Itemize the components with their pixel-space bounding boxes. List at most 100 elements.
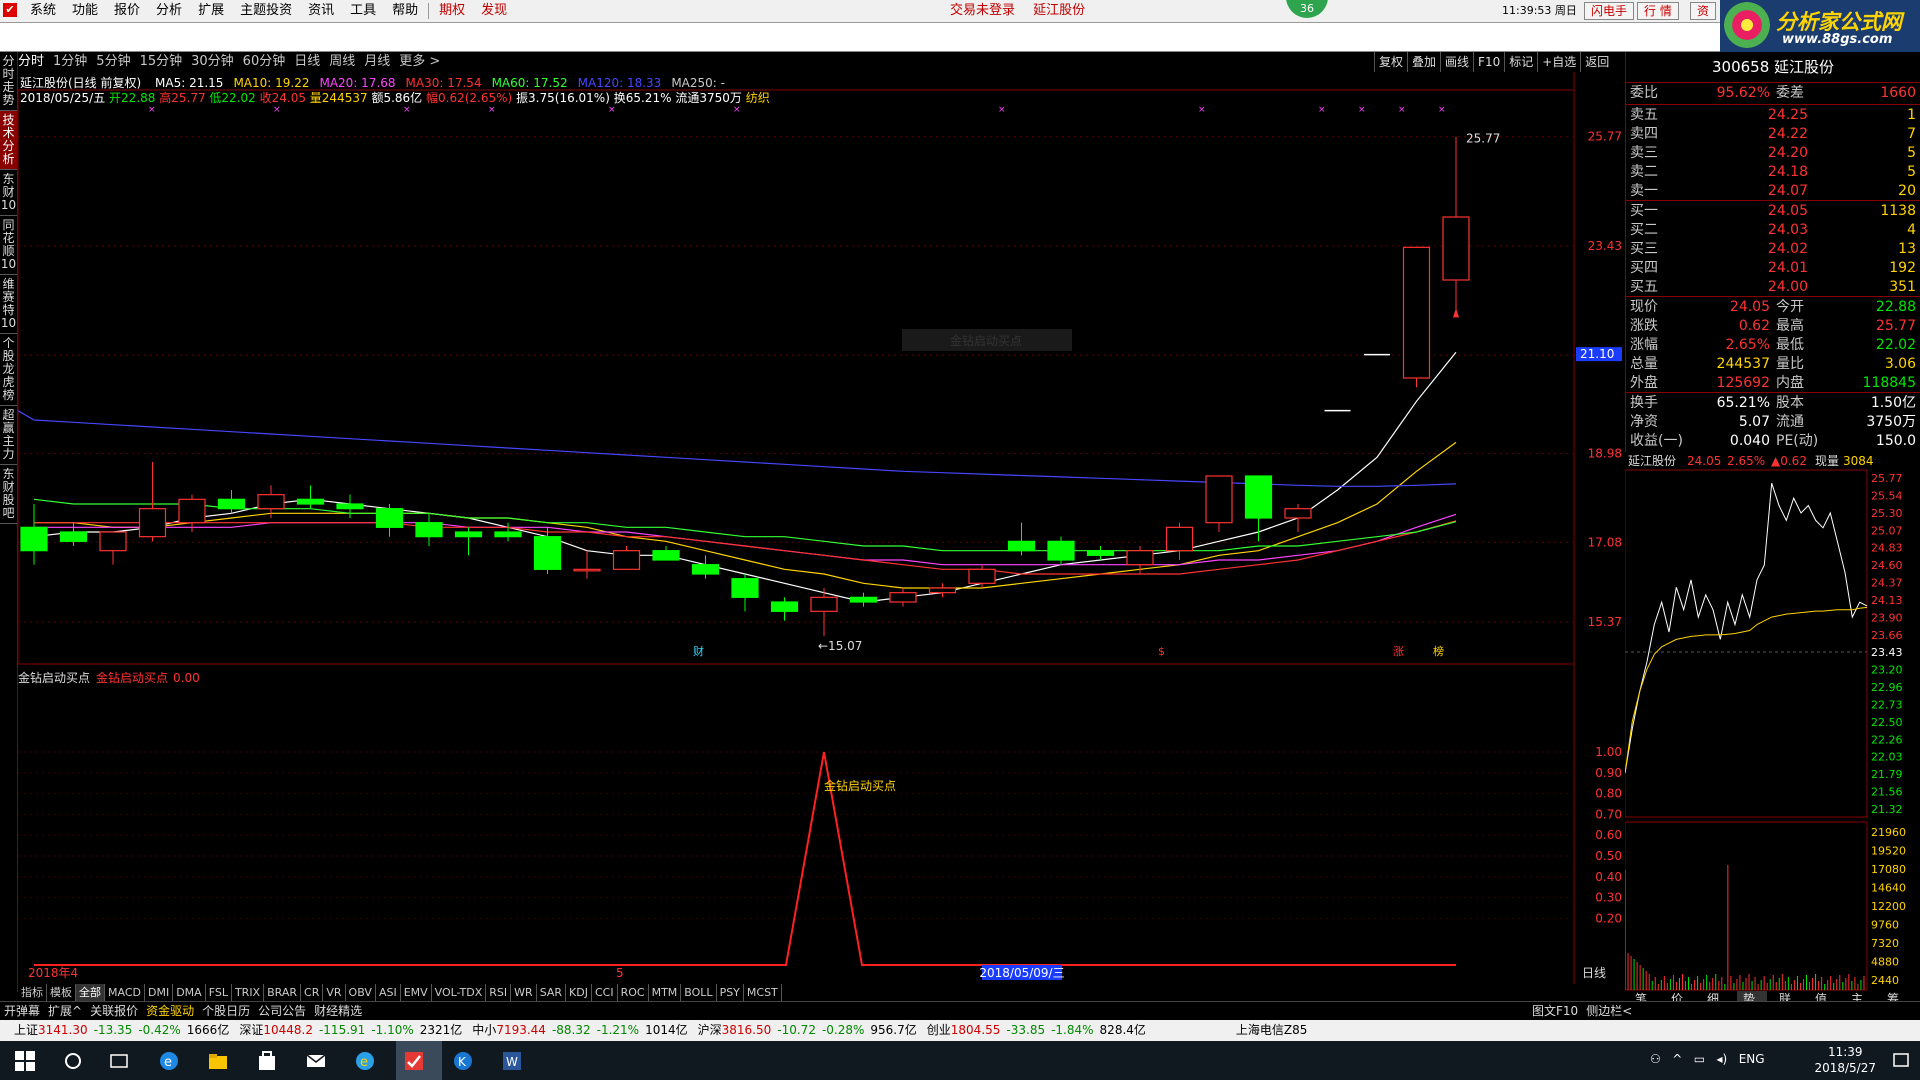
event-mark[interactable]: 涨 bbox=[1393, 645, 1404, 658]
people-icon[interactable]: ⚇ bbox=[1650, 1052, 1661, 1066]
menu-item-red[interactable]: 期权 bbox=[431, 0, 473, 22]
indicator-tab[interactable]: 指标 bbox=[18, 984, 47, 1001]
ask-level-row[interactable]: 卖三 24.20 5 bbox=[1628, 144, 1918, 163]
left-tab[interactable]: 东财股吧 bbox=[0, 465, 17, 524]
indicator-tab[interactable]: SAR bbox=[537, 984, 567, 1001]
menu-item[interactable]: 帮助 bbox=[384, 0, 426, 22]
flash-trade-button[interactable]: 闪电手 bbox=[1584, 2, 1635, 20]
indicator-tab[interactable]: MCST bbox=[744, 984, 782, 1001]
left-tab[interactable]: 分时走势 bbox=[0, 52, 17, 111]
indicator-tab[interactable]: WR bbox=[511, 984, 537, 1001]
period-tab[interactable]: 日线 bbox=[294, 54, 320, 69]
function-right-button[interactable]: 图文F10 bbox=[1528, 1002, 1582, 1020]
bid-level-row[interactable]: 买二 24.03 4 bbox=[1628, 221, 1918, 240]
indicator-tab[interactable]: PSY bbox=[717, 984, 744, 1001]
candle[interactable] bbox=[1086, 546, 1115, 560]
current-stock-link[interactable]: 延江股份 bbox=[1033, 3, 1085, 18]
quote-stat-row[interactable]: 涨跌 0.62 最高 25.77 bbox=[1628, 317, 1918, 336]
indicator-tab[interactable]: EMV bbox=[401, 984, 432, 1001]
indicator-tab[interactable]: VR bbox=[323, 984, 346, 1001]
ask-level-row[interactable]: 卖二 24.18 5 bbox=[1628, 163, 1918, 182]
ask-level-row[interactable]: 卖四 24.22 7 bbox=[1628, 125, 1918, 144]
candle[interactable] bbox=[573, 550, 601, 579]
index-quote-sz[interactable]: 深证10448.2 -115.91 -1.10% 2321亿 bbox=[239, 1023, 462, 1037]
kline-chart[interactable]: 25.7723.4321.0918.9817.0815.3721.1025.77… bbox=[18, 72, 1625, 984]
candle[interactable] bbox=[296, 485, 325, 509]
bid-level-row[interactable]: 买一 24.05 1138 bbox=[1628, 202, 1918, 221]
function-button[interactable]: 开弹幕 bbox=[0, 1002, 44, 1020]
quote-info-row[interactable]: 换手 65.21% 股本 1.50亿 bbox=[1628, 394, 1918, 413]
left-tab[interactable]: 个股龙虎榜 bbox=[0, 334, 17, 406]
candle[interactable] bbox=[889, 588, 917, 607]
function-button[interactable]: 关联报价 bbox=[86, 1002, 142, 1020]
menu-item[interactable]: 分析 bbox=[148, 0, 190, 22]
candle[interactable] bbox=[968, 564, 996, 588]
left-tab[interactable]: 同花顺10 bbox=[0, 216, 17, 275]
period-tab[interactable]: 5分钟 bbox=[96, 54, 130, 69]
system-clock[interactable]: 11:39 2018/5/27 bbox=[1814, 1044, 1876, 1076]
notification-icon[interactable] bbox=[1890, 1050, 1912, 1072]
menu-item[interactable]: 报价 bbox=[106, 0, 148, 22]
store-icon[interactable] bbox=[256, 1050, 278, 1072]
edge-browser-icon[interactable]: e bbox=[158, 1050, 180, 1072]
function-button[interactable]: 个股日历 bbox=[198, 1002, 254, 1020]
function-button[interactable]: 财经精选 bbox=[310, 1002, 366, 1020]
intraday-mini-chart[interactable]: 延江股份 24.05 2.65% ▲0.62 现量 3084 25.77 25.54 25.30… bbox=[1625, 452, 1920, 1002]
index-quote-hs[interactable]: 沪深3816.50 -10.72 -0.28% 956.7亿 bbox=[698, 1023, 917, 1037]
quote-stat-row[interactable]: 涨幅 2.65% 最低 22.02 bbox=[1628, 336, 1918, 355]
candle[interactable] bbox=[1165, 522, 1194, 560]
menu-item-red[interactable]: 发现 bbox=[473, 0, 515, 22]
chart-toolbar-button[interactable]: 画线 bbox=[1440, 52, 1473, 72]
period-tab[interactable]: 15分钟 bbox=[140, 54, 183, 69]
quote-stat-row[interactable]: 总量 244537 量比 3.06 bbox=[1628, 355, 1918, 374]
period-tab[interactable]: 周线 bbox=[329, 54, 355, 69]
indicator-tab[interactable]: DMA bbox=[173, 984, 206, 1001]
period-tab[interactable]: 1分钟 bbox=[53, 54, 87, 69]
network-icon[interactable]: ▭ bbox=[1694, 1052, 1705, 1066]
indicator-tab[interactable]: ASI bbox=[376, 984, 401, 1001]
mail-icon[interactable] bbox=[305, 1050, 327, 1072]
candle[interactable] bbox=[99, 531, 127, 565]
menu-item[interactable]: 系统 bbox=[22, 0, 64, 22]
candle[interactable] bbox=[1284, 504, 1312, 532]
indicator-tab[interactable]: MACD bbox=[105, 984, 145, 1001]
left-tab[interactable]: 技术分析 bbox=[0, 111, 17, 170]
period-tab[interactable]: 分时 bbox=[18, 54, 44, 69]
quote-info-row[interactable]: 净资 5.07 流通 3750万 bbox=[1628, 413, 1918, 432]
stock-app-icon[interactable] bbox=[403, 1050, 425, 1072]
bid-level-row[interactable]: 买五 24.00 351 bbox=[1628, 278, 1918, 297]
period-tab[interactable]: 60分钟 bbox=[243, 54, 286, 69]
indicator-tab[interactable]: CCI bbox=[592, 984, 618, 1001]
event-mark[interactable]: 榜 bbox=[1433, 644, 1444, 658]
indicator-tab[interactable]: MTM bbox=[649, 984, 682, 1001]
login-status-link[interactable]: 交易未登录 bbox=[950, 3, 1015, 18]
menu-item[interactable]: 资讯 bbox=[300, 0, 342, 22]
candle[interactable] bbox=[731, 574, 759, 612]
indicator-tab[interactable]: FSL bbox=[206, 984, 232, 1001]
candle[interactable] bbox=[415, 513, 443, 546]
indicator-tab[interactable]: DMI bbox=[145, 984, 174, 1001]
candle[interactable] bbox=[1442, 136, 1470, 313]
volume-icon[interactable]: ◂) bbox=[1717, 1052, 1728, 1066]
period-tab[interactable]: 30分钟 bbox=[191, 54, 234, 69]
ime-indicator[interactable]: ENG bbox=[1739, 1052, 1765, 1066]
chart-toolbar-button[interactable]: +自选 bbox=[1537, 52, 1580, 72]
chart-toolbar-button[interactable]: 标记 bbox=[1504, 52, 1537, 72]
asset-button[interactable]: 资 bbox=[1690, 2, 1717, 20]
indicator-tab[interactable]: OBV bbox=[346, 984, 376, 1001]
candle[interactable] bbox=[1007, 522, 1036, 556]
left-tab[interactable]: 超赢主力 bbox=[0, 406, 17, 465]
left-tab[interactable]: 东财10 bbox=[0, 170, 17, 216]
search-icon[interactable] bbox=[62, 1050, 84, 1072]
task-view-icon[interactable] bbox=[108, 1050, 130, 1072]
function-button[interactable]: 资金驱动 bbox=[142, 1002, 198, 1020]
chart-toolbar-button[interactable]: 返回 bbox=[1580, 52, 1613, 72]
indicator-tab[interactable]: KDJ bbox=[566, 984, 592, 1001]
left-tab[interactable]: 维赛特10 bbox=[0, 275, 17, 334]
quote-stat-row[interactable]: 外盘 125692 内盘 118845 bbox=[1628, 374, 1918, 393]
candle[interactable] bbox=[1402, 246, 1431, 388]
function-button[interactable]: 扩展^ bbox=[44, 1002, 86, 1020]
quote-info-row[interactable]: 收益(一) 0.040 PE(动) 150.0 bbox=[1628, 432, 1918, 451]
candle[interactable] bbox=[612, 546, 641, 570]
candle[interactable] bbox=[336, 494, 364, 518]
